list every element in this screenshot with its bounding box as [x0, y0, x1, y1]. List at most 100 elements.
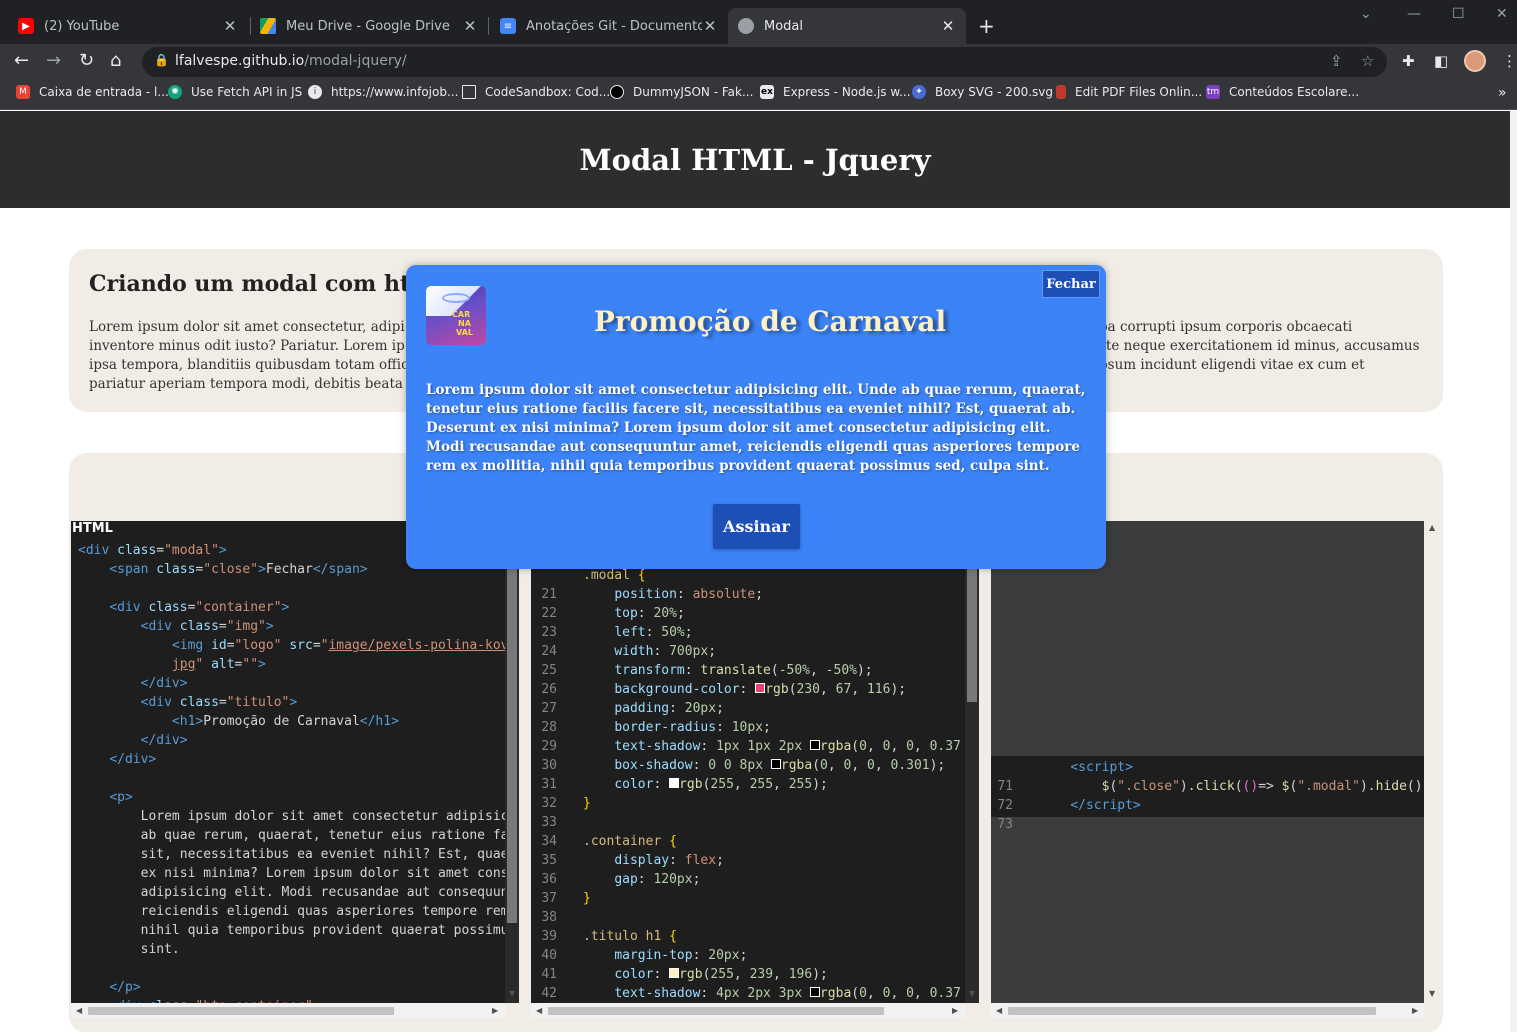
more-bookmarks-icon[interactable]: »	[1498, 85, 1507, 101]
card-text-left: Lorem ipsum dolor sit amet consectetur, …	[89, 319, 409, 392]
reload-button[interactable]: ↻	[79, 50, 94, 71]
bookmark-fetch-api[interactable]: ✺ Use Fetch API in JS	[168, 85, 302, 99]
page-viewport: Modal HTML - Jquery Criando um modal com…	[0, 111, 1510, 1032]
bookmarks-bar: M Caixa de entrada - l... ✺ Use Fetch API …	[0, 79, 1517, 110]
tab-google-drive[interactable]: Meu Drive - Google Drive ✕	[250, 8, 488, 44]
color-swatch[interactable]	[669, 968, 680, 978]
css-code-editor[interactable]: 21 22 23 24 25 26 27 28 29 30 31 32 33 3…	[531, 567, 979, 1003]
css-editor-scrollbar[interactable]	[965, 567, 979, 1003]
express-icon: ex	[760, 85, 774, 99]
close-icon[interactable]: ✕	[940, 17, 956, 35]
bookmark-dummyjson[interactable]: DummyJSON - Fak...	[610, 85, 753, 99]
scroll-thumb[interactable]	[507, 551, 517, 923]
modal-title: Promoção de Carnaval	[593, 305, 947, 338]
js-code-panel: 71 72 73 <script> $(".close").click(()=>…	[991, 756, 1424, 832]
scroll-down-arrow[interactable]: ▼	[969, 989, 975, 998]
tab-search-icon[interactable]: ⌄	[1360, 6, 1372, 22]
modal-text: Lorem ipsum dolor sit amet consectetur a…	[426, 382, 1086, 474]
back-button[interactable]: ←	[14, 50, 29, 71]
tab-title: Anotações Git - Documentos Goo	[526, 18, 702, 34]
chatgpt-icon: ✺	[168, 85, 182, 99]
promo-modal: Fechar CAR NA VAL Promoção de Carnaval L…	[406, 265, 1106, 569]
color-swatch[interactable]	[669, 778, 680, 788]
mask-icon	[442, 293, 470, 303]
google-drive-icon	[260, 18, 276, 34]
browser-tab-strip: ▶ (2) YouTube ✕ Meu Drive - Google Drive…	[0, 0, 1517, 44]
tab-title: (2) YouTube	[44, 18, 120, 34]
boxy-svg-icon: ✦	[912, 85, 926, 99]
scroll-thumb[interactable]	[88, 1007, 394, 1015]
bookmark-gmail[interactable]: M Caixa de entrada - l...	[16, 85, 169, 99]
minimize-button[interactable]: —	[1407, 6, 1421, 22]
color-swatch[interactable]	[809, 740, 820, 750]
css-line-numbers: 21 22 23 24 25 26 27 28 29 30 31 32 33 3…	[541, 587, 557, 1001]
youtube-icon: ▶	[18, 18, 34, 34]
scroll-down-arrow[interactable]: ▼	[509, 989, 515, 998]
color-swatch[interactable]	[770, 759, 781, 769]
codesandbox-icon	[462, 85, 476, 99]
maximize-button[interactable]: ☐	[1452, 6, 1465, 22]
carnival-logo-image: CAR NA VAL	[426, 286, 486, 345]
bookmark-boxy-svg[interactable]: ✦ Boxy SVG - 200.svg	[912, 85, 1053, 99]
address-bar[interactable]: 🔒 lfalvespe.github.io/modal-jquery/ ⇪ ☆	[142, 47, 1387, 77]
js-code-editor[interactable]: 71 72 73 <script> $(".close").click(()=>…	[991, 521, 1424, 1003]
scroll-thumb[interactable]	[967, 567, 977, 702]
star-icon[interactable]: ☆	[1361, 52, 1374, 70]
forward-button[interactable]: →	[46, 50, 61, 71]
page-scrollbar[interactable]	[1510, 111, 1517, 1032]
new-tab-button[interactable]: +	[978, 14, 995, 38]
tab-title: Modal	[764, 18, 803, 34]
share-icon[interactable]: ⇪	[1330, 52, 1343, 70]
lock-icon: 🔒	[154, 53, 169, 67]
css-editor-hscroll[interactable]: ◀ ▶	[531, 1003, 965, 1018]
scroll-up-arrow[interactable]: ▲	[1429, 523, 1435, 532]
html-code: <div class="modal"> <span class="close">…	[78, 543, 517, 1003]
html-code-editor[interactable]: HTML <div class="modal"> <span class="cl…	[71, 521, 519, 1003]
gmail-icon: M	[16, 85, 30, 99]
bookmark-express[interactable]: ex Express - Node.js w...	[760, 85, 911, 99]
js-line-numbers: 71 72 73	[997, 779, 1013, 832]
extensions-icon[interactable]: ✚	[1402, 52, 1415, 70]
tm-icon: tm	[1206, 85, 1220, 99]
css-code: .modal { position: absolute; top: 20%; l…	[583, 568, 961, 1001]
tab-google-docs[interactable]: ≡ Anotações Git - Documentos Goo ✕	[490, 8, 728, 44]
bookmark-edit-pdf[interactable]: Edit PDF Files Onlin...	[1056, 85, 1202, 99]
bookmark-conteudos[interactable]: tm Conteúdos Escolare...	[1206, 85, 1359, 99]
tab-youtube[interactable]: ▶ (2) YouTube ✕	[8, 8, 248, 44]
color-swatch[interactable]	[809, 987, 820, 997]
subscribe-button[interactable]: Assinar	[713, 504, 800, 549]
html-editor-scrollbar[interactable]	[505, 551, 519, 1003]
close-window-button[interactable]: ✕	[1496, 6, 1508, 22]
dummyjson-icon	[610, 85, 624, 99]
tab-modal[interactable]: Modal ✕	[728, 8, 966, 44]
close-icon[interactable]: ✕	[462, 17, 478, 35]
tab-title: Meu Drive - Google Drive	[286, 18, 450, 34]
bookmark-codesandbox[interactable]: CodeSandbox: Cod...	[462, 85, 610, 99]
url-text: lfalvespe.github.io/modal-jquery/	[175, 53, 407, 69]
scroll-thumb[interactable]	[1008, 1007, 1376, 1015]
close-icon[interactable]: ✕	[222, 17, 238, 35]
js-code: <script> $(".close").click(()=> $(".moda…	[1070, 760, 1424, 813]
page-title: Modal HTML - Jquery	[579, 142, 931, 177]
side-panel-icon[interactable]: ◧	[1434, 52, 1448, 70]
globe-icon	[738, 18, 754, 34]
bookmark-infojobs[interactable]: i https://www.infojob...	[308, 85, 458, 99]
scroll-thumb[interactable]	[548, 1007, 884, 1015]
menu-icon[interactable]: ⋮	[1502, 52, 1517, 70]
browser-toolbar: ← → ↻ ⌂ 🔒 lfalvespe.github.io/modal-jque…	[0, 44, 1517, 79]
pdf-icon	[1056, 85, 1066, 99]
close-icon[interactable]: ✕	[702, 17, 718, 35]
home-button[interactable]: ⌂	[110, 50, 121, 71]
google-docs-icon: ≡	[500, 18, 516, 34]
html-editor-hscroll[interactable]: ◀ ▶	[71, 1003, 505, 1018]
site-header: Modal HTML - Jquery	[0, 111, 1510, 208]
profile-avatar[interactable]	[1464, 50, 1486, 72]
html-editor-label: HTML	[72, 521, 113, 536]
card-text-right: pa corrupti ipsum corporis obcaecati ste…	[1099, 319, 1420, 373]
infojobs-icon: i	[308, 85, 322, 99]
card-title: Criando um modal com html	[89, 271, 442, 297]
color-swatch[interactable]	[755, 683, 766, 693]
scroll-down-arrow[interactable]: ▼	[1429, 989, 1435, 998]
close-button[interactable]: Fechar	[1042, 270, 1100, 298]
js-editor-hscroll[interactable]: ◀ ▶	[991, 1003, 1424, 1018]
